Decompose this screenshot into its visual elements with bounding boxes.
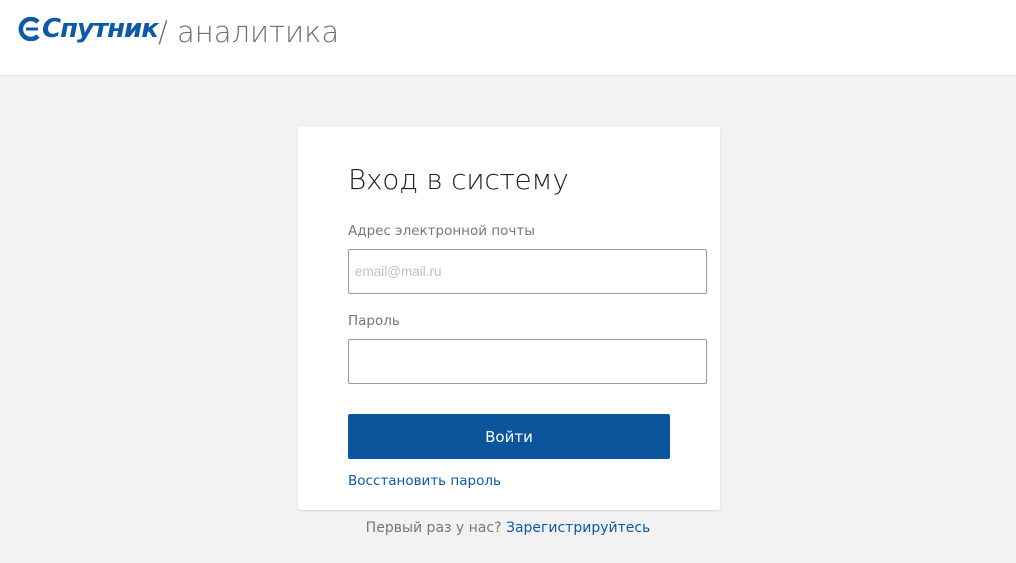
email-label: Адрес электронной почты — [348, 223, 535, 239]
section-title: / аналитика — [158, 15, 340, 49]
login-title: Вход в систему — [348, 163, 569, 196]
app-header: Спутник / аналитика — [0, 0, 1016, 76]
email-field[interactable] — [348, 249, 707, 294]
sputnik-logo[interactable]: Спутник — [17, 14, 159, 44]
login-card: Вход в систему Адрес электронной почты П… — [298, 127, 720, 510]
first-time-text: Первый раз у нас? — [365, 520, 502, 536]
sputnik-logo-icon — [18, 17, 40, 41]
logo-text: Спутник — [42, 14, 159, 44]
login-button[interactable]: Войти — [348, 414, 670, 459]
register-prompt: Первый раз у нас? Зарегистрируйтесь — [0, 520, 1016, 536]
register-link[interactable]: Зарегистрируйтесь — [506, 520, 650, 536]
password-field[interactable] — [348, 339, 707, 384]
password-label: Пароль — [348, 313, 400, 329]
restore-password-link[interactable]: Восстановить пароль — [348, 473, 501, 489]
